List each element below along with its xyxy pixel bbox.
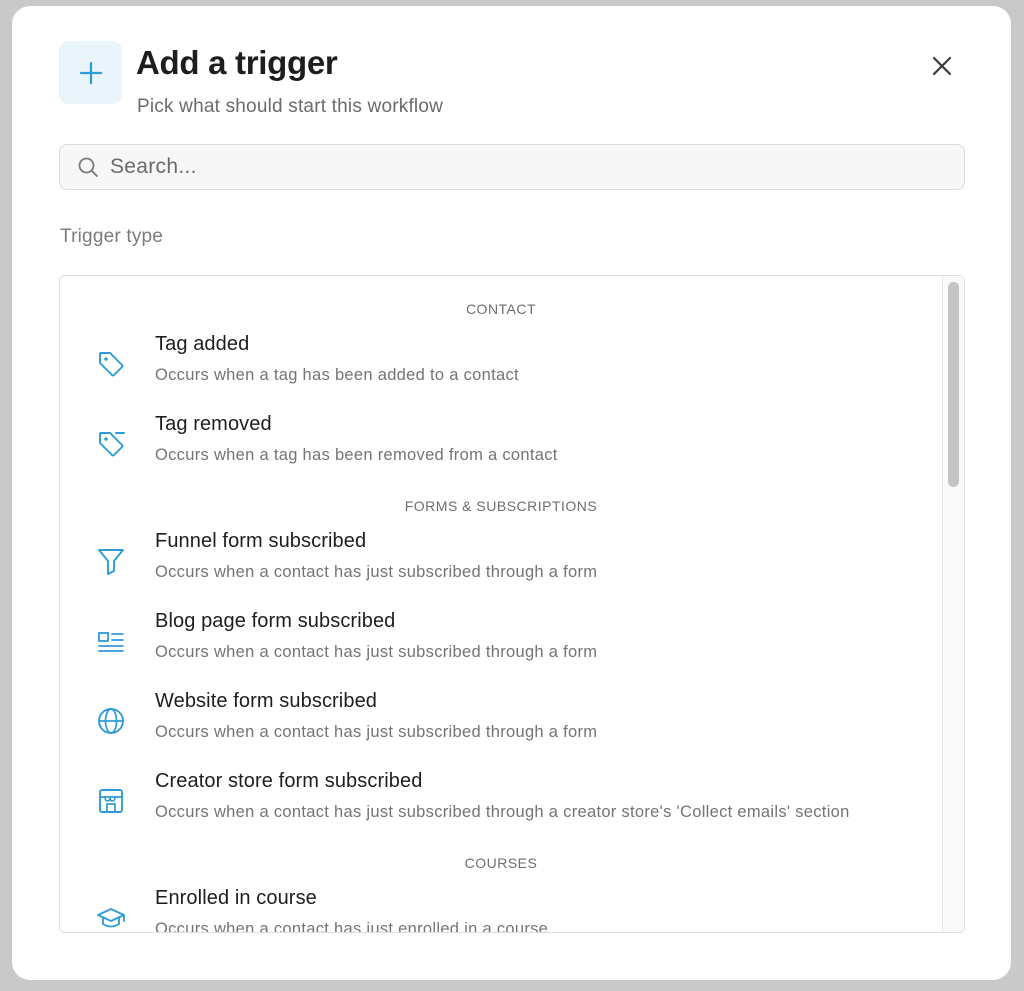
add-trigger-modal: Add a trigger Pick what should start thi… [12,6,1011,980]
close-icon [932,56,951,75]
trigger-title: Tag added [155,333,250,355]
trigger-description: Occurs when a contact has just enrolled … [155,920,549,932]
tag-minus-icon [94,427,128,461]
trigger-description: Occurs when a contact has just subscribe… [155,643,598,661]
group-header-forms: FORMS & SUBSCRIPTIONS [404,498,598,514]
scrollbar-thumb[interactable] [948,282,959,487]
trigger-description: Occurs when a tag has been added to a co… [155,366,519,384]
trigger-title: Blog page form subscribed [155,610,396,632]
search-icon [77,156,99,178]
search-box [59,144,965,190]
modal-title: Add a trigger [136,44,338,81]
trigger-description: Occurs when a contact has just subscribe… [155,723,598,741]
trigger-list: CONTACT Tag added Occurs when a tag has … [59,275,965,933]
trigger-title: Website form subscribed [155,690,378,712]
trigger-description: Occurs when a contact has just subscribe… [155,803,850,821]
trigger-title: Creator store form subscribed [155,770,423,792]
trigger-title: Enrolled in course [155,887,317,909]
trigger-item-tag-removed[interactable]: Tag removed Occurs when a tag has been r… [60,413,942,493]
group-header-contact: CONTACT [465,301,537,317]
close-button[interactable] [924,48,959,83]
trigger-item-enrolled-course[interactable]: Enrolled in course Occurs when a contact… [60,887,942,932]
trigger-title: Tag removed [155,413,272,435]
plus-icon [59,41,122,104]
tag-icon [94,347,128,381]
trigger-description: Occurs when a tag has been removed from … [155,446,558,464]
trigger-title: Funnel form subscribed [155,530,367,552]
trigger-item-blog-form[interactable]: Blog page form subscribed Occurs when a … [60,610,942,690]
trigger-item-tag-added[interactable]: Tag added Occurs when a tag has been add… [60,333,942,413]
store-icon [94,784,128,818]
trigger-item-creator-store-form[interactable]: Creator store form subscribed Occurs whe… [60,770,942,850]
trigger-description: Occurs when a contact has just subscribe… [155,563,598,581]
search-input[interactable] [110,155,964,179]
trigger-type-label: Trigger type [60,226,164,247]
group-header-courses: COURSES [464,855,538,871]
graduation-cap-icon [94,901,128,932]
trigger-item-website-form[interactable]: Website form subscribed Occurs when a co… [60,690,942,770]
trigger-item-funnel-form[interactable]: Funnel form subscribed Occurs when a con… [60,530,942,610]
trigger-list-content: CONTACT Tag added Occurs when a tag has … [60,276,942,932]
funnel-icon [94,544,128,578]
blog-layout-icon [94,624,128,658]
scrollbar-track[interactable] [942,276,964,932]
modal-subtitle: Pick what should start this workflow [137,96,444,117]
globe-icon [94,704,128,738]
